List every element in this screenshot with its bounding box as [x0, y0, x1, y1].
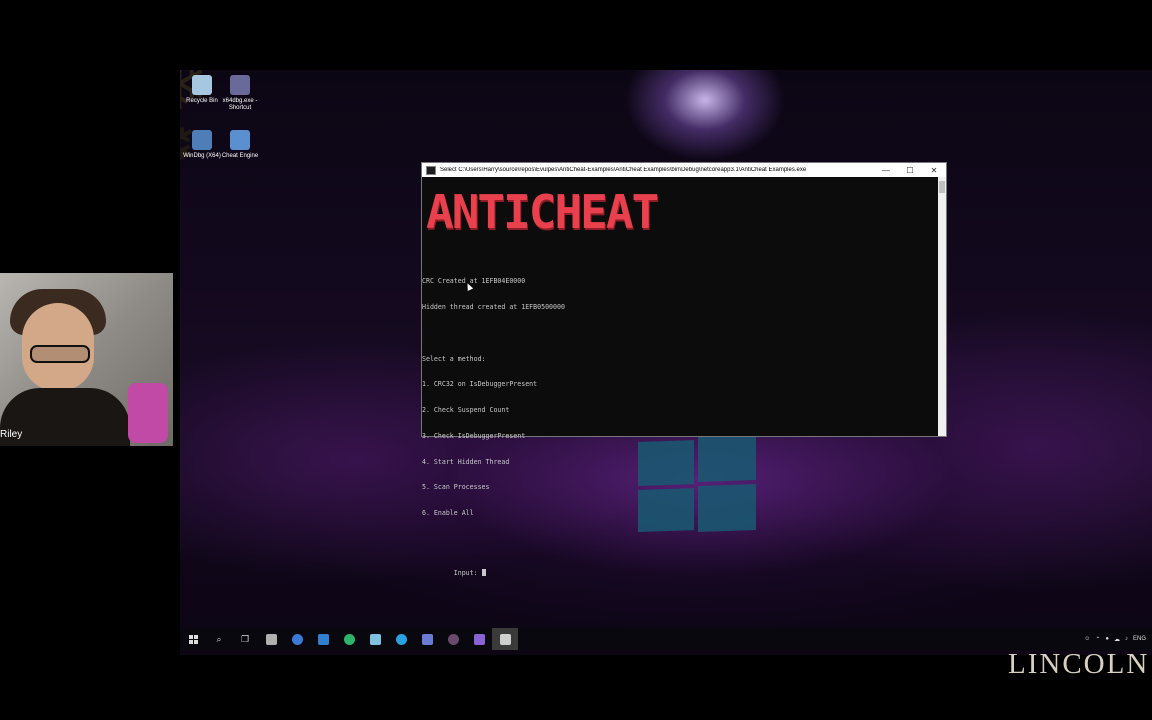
webcam-overlay: Riley [0, 273, 173, 446]
console-app-icon [426, 165, 436, 175]
chevron-up-icon[interactable]: ⌃ [1095, 636, 1100, 643]
taskbar-app-firefox[interactable] [284, 628, 310, 650]
console-input-line[interactable]: Input: [422, 561, 565, 587]
console-line: ​ [422, 329, 565, 338]
console-line: Hidden thread created at 1EFB0500000 [422, 302, 565, 311]
taskbar-app-store[interactable] [310, 628, 336, 650]
webcam-name-label: Riley [0, 429, 23, 440]
explorer-icon [265, 633, 277, 645]
discord-icon [421, 633, 433, 645]
notepad-icon [369, 633, 381, 645]
console-line: 2. Check Suspend Count [422, 406, 510, 415]
console-line: 1. CRC32 on IsDebuggerPresent [422, 380, 538, 389]
console-line: CRC Created at 1EFB04E0000 [422, 277, 526, 286]
taskbar-app-visual-studio[interactable] [466, 628, 492, 650]
taskbar-task-view-button[interactable]: ❐ [232, 628, 258, 650]
close-button[interactable]: ✕ [922, 166, 946, 175]
taskbar-app-x64dbg[interactable] [440, 628, 466, 650]
console-scrollbar[interactable] [938, 177, 946, 436]
console-window[interactable]: Select C:\Users\Harry\source\repos\Evulp… [421, 162, 947, 577]
taskbar-app-edge[interactable] [336, 628, 362, 650]
scrollbar-thumb[interactable] [939, 181, 945, 193]
search-icon: ⌕ [216, 633, 222, 644]
console-window-title: Select C:\Users\Harry\source\repos\Evulp… [440, 167, 807, 173]
anticheat-banner: ANTICHEAT [426, 185, 659, 239]
task-view-icon: ❐ [240, 633, 250, 644]
taskbar-app-notepad[interactable] [362, 628, 388, 650]
people-icon[interactable]: ☺ [1084, 636, 1090, 642]
console-line: Select a method: [422, 354, 486, 363]
firefox-icon [291, 633, 303, 645]
windbg-icon [192, 130, 212, 150]
windows-start-icon [188, 634, 198, 644]
webcam-person-glasses [30, 345, 90, 363]
visual-studio-icon [473, 633, 485, 645]
taskbar-app-explorer[interactable] [258, 628, 284, 650]
console-line: 5. Scan Processes [422, 483, 490, 492]
taskbar-app-console[interactable] [492, 628, 518, 650]
maximize-button[interactable]: ☐ [898, 166, 922, 175]
cheat-engine-icon [230, 130, 250, 150]
cloud-icon[interactable]: ☁ [1114, 636, 1120, 643]
windows-logo-wallpaper [638, 433, 756, 533]
minimize-button[interactable]: — [874, 166, 898, 175]
input-prompt: Input: [453, 569, 482, 578]
desktop-icon-label: Recycle Bin [186, 98, 218, 104]
desktop-icon-x64dbg[interactable]: x64dbg.exe - Shortcut [218, 75, 262, 112]
system-tray: ☺ ⌃ ● ☁ ♪ ENG [1084, 628, 1146, 650]
bug-icon [230, 75, 250, 95]
edge-icon [343, 633, 355, 645]
taskbar-app-discord[interactable] [414, 628, 440, 650]
console-line: 3. Check IsDebuggerPresent [422, 431, 526, 440]
taskbar-search-button[interactable]: ⌕ [206, 628, 232, 650]
network-icon[interactable]: ● [1105, 636, 1109, 642]
desktop-icon-label: x64dbg.exe - Shortcut [222, 98, 258, 111]
console-titlebar[interactable]: Select C:\Users\Harry\source\repos\Evulp… [422, 163, 946, 177]
app-icon [395, 633, 407, 645]
console-output: CRC Created at 1EFB04E0000 Hidden thread… [422, 260, 565, 604]
taskbar-app-generic[interactable] [388, 628, 414, 650]
desktop-icon-label: WinDbg (X64) [183, 153, 221, 159]
desktop-icon-label: Cheat Engine [221, 153, 259, 159]
spider-icon [447, 633, 459, 645]
console-content[interactable]: ANTICHEAT CRC Created at 1EFB04E0000 Hid… [422, 177, 946, 577]
console-icon [499, 633, 511, 645]
recycle-bin-icon [192, 75, 212, 95]
console-line: 6. Enable All [422, 509, 474, 518]
webcam-background-object [128, 383, 168, 443]
store-icon [317, 633, 329, 645]
watermark-logo: LINCOLN [1008, 648, 1150, 680]
text-cursor [481, 569, 486, 577]
console-line: 4. Start Hidden Thread [422, 457, 510, 466]
start-button[interactable] [180, 628, 206, 650]
taskbar: ⌕ ❐ ☺ ⌃ ● ☁ ♪ ENG [180, 628, 1152, 650]
language-indicator[interactable]: ENG [1133, 636, 1146, 642]
volume-icon[interactable]: ♪ [1125, 636, 1128, 642]
desktop-icon-cheat-engine[interactable]: Cheat Engine [218, 130, 262, 160]
